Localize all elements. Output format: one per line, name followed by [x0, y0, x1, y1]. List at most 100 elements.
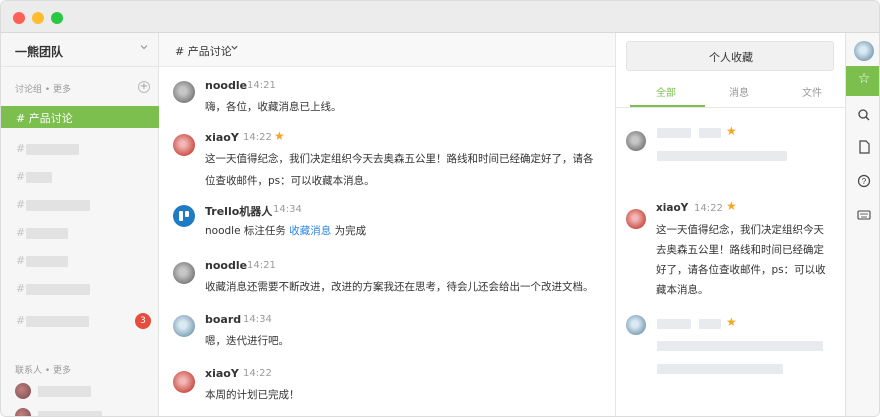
channel-placeholder [26, 284, 90, 295]
avatar [15, 383, 31, 399]
avatar[interactable] [173, 371, 195, 393]
trello-icon[interactable] [173, 205, 195, 227]
message-text-prefix: noodle 标注任务 [205, 225, 290, 237]
sidebar-channel-item[interactable]: # [1, 254, 159, 268]
message-time: 14:22 [694, 203, 723, 214]
message-time: 14:34 [243, 314, 272, 325]
chevron-down-icon [139, 42, 149, 55]
message-time: 14:22 [243, 368, 272, 379]
title-bar [1, 1, 879, 33]
message-text: 好了，请各位查收邮件，ps：可以收 [656, 264, 826, 276]
contact-placeholder [38, 411, 102, 416]
channel-title[interactable]: # 产品讨论 [175, 43, 232, 59]
channel-hash: # [16, 282, 26, 295]
message-time: 14:34 [273, 204, 302, 215]
message-text: 本周的计划已完成！ [205, 389, 300, 401]
message-time: 14:22 [243, 132, 272, 143]
contact-item[interactable] [1, 408, 159, 416]
search-icon[interactable] [846, 107, 879, 123]
time-placeholder [699, 319, 721, 329]
channel-hash: # [16, 142, 26, 155]
message-time: 14:21 [247, 80, 276, 91]
channel-hash: # [16, 226, 26, 239]
avatar [626, 131, 646, 151]
sender-name: xiaoY [656, 202, 689, 214]
message-text: noodle 标注任务 收藏消息 为完成 [205, 221, 366, 241]
avatar [626, 209, 646, 229]
help-icon[interactable]: ? [846, 173, 879, 189]
svg-text:?: ? [862, 177, 867, 186]
sender-name[interactable]: noodle [205, 259, 247, 272]
contacts-label[interactable]: 联系人 • 更多 [15, 363, 71, 376]
star-icon[interactable]: ★ [726, 124, 737, 138]
message-text: 收藏消息还需要不断改进，改进的方案我还在思考，待会儿还会给出一个改进文档。 [205, 281, 594, 293]
star-icon[interactable]: ★ [726, 199, 737, 213]
sidebar-channel-item[interactable]: # [1, 198, 159, 212]
sender-name[interactable]: xiaoY [205, 367, 239, 380]
message-text-suffix: 为完成 [331, 225, 367, 237]
channel-placeholder [26, 144, 79, 155]
text-placeholder [657, 151, 787, 161]
task-link[interactable]: 收藏消息 [289, 225, 331, 237]
sender-name[interactable]: xiaoY [205, 131, 239, 144]
file-icon[interactable] [846, 139, 879, 155]
name-placeholder [657, 128, 691, 138]
time-placeholder [699, 128, 721, 138]
zoom-window-button[interactable] [51, 12, 63, 24]
panel-title: 个人收藏 [709, 51, 753, 64]
favorites-panel: 个人收藏 全部 消息 文件 ★ xiaoY 14:22 ★ 这一天值得纪念，我们… [615, 33, 846, 416]
favorites-header: 个人收藏 [626, 41, 834, 71]
minimize-window-button[interactable] [32, 12, 44, 24]
avatar [15, 408, 31, 416]
avatar[interactable] [854, 41, 874, 61]
chevron-down-icon[interactable] [230, 43, 239, 55]
sidebar: 一熊团队 讨论组 • 更多 + # 产品讨论 # # # # # # # 3 联… [1, 33, 159, 416]
sidebar-channel-item[interactable]: # [1, 170, 159, 184]
channel-placeholder [26, 316, 89, 327]
message-text: 这一天值得纪念，我们决定组织今天去奥森五公里！路线和时间已经确定好了，请各 [205, 153, 594, 165]
contact-item[interactable] [1, 383, 159, 399]
text-placeholder [657, 364, 783, 374]
unread-badge: 3 [135, 313, 151, 329]
divider [616, 107, 846, 108]
sender-name[interactable]: board [205, 313, 241, 326]
star-icon: ☆ [857, 71, 871, 87]
avatar[interactable] [173, 134, 195, 156]
sidebar-channel-item[interactable]: # [1, 142, 159, 156]
avatar[interactable] [173, 315, 195, 337]
text-placeholder [657, 341, 823, 351]
tab-all[interactable]: 全部 [656, 84, 676, 99]
chat-header: # 产品讨论 [159, 33, 615, 67]
right-toolbar: ☆ ? [845, 33, 879, 416]
message-text: 去奥森五公里！路线和时间已经确定 [656, 244, 824, 256]
keyboard-icon[interactable] [846, 207, 879, 223]
channel-placeholder [26, 256, 68, 267]
chat-area: # 产品讨论 noodle 14:21 嗨，各位，收藏消息已上线。 xiaoY … [159, 33, 615, 416]
groups-label[interactable]: 讨论组 • 更多 [15, 82, 71, 95]
message-text: 位查收邮件，ps：可以收藏本消息。 [205, 175, 375, 187]
avatar[interactable] [173, 262, 195, 284]
sender-name[interactable]: noodle [205, 79, 247, 92]
name-placeholder [657, 319, 691, 329]
avatar [626, 315, 646, 335]
channel-hash: # [16, 198, 26, 211]
contact-placeholder [38, 386, 91, 397]
sidebar-item-product-discussion[interactable]: # 产品讨论 [1, 106, 159, 128]
team-switcher[interactable]: 一熊团队 [1, 33, 159, 67]
sender-name[interactable]: Trello机器人 [205, 203, 272, 219]
tab-files[interactable]: 文件 [802, 84, 822, 99]
star-icon[interactable]: ★ [274, 129, 285, 143]
message-text: 这一天值得纪念，我们决定组织今天 [656, 224, 824, 236]
avatar[interactable] [173, 81, 195, 103]
sidebar-channel-item[interactable]: # [1, 282, 159, 296]
sidebar-channel-item[interactable]: # [1, 226, 159, 240]
sidebar-channel-item[interactable]: # 3 [1, 313, 159, 329]
channel-placeholder [26, 200, 90, 211]
channel-label: # 产品讨论 [16, 112, 73, 125]
close-window-button[interactable] [13, 12, 25, 24]
tab-messages[interactable]: 消息 [729, 84, 749, 99]
star-icon[interactable]: ★ [726, 315, 737, 329]
add-group-icon[interactable]: + [138, 81, 150, 93]
message-text: 嗯，迭代进行吧。 [205, 335, 289, 347]
favorites-button[interactable]: ☆ [846, 66, 879, 96]
